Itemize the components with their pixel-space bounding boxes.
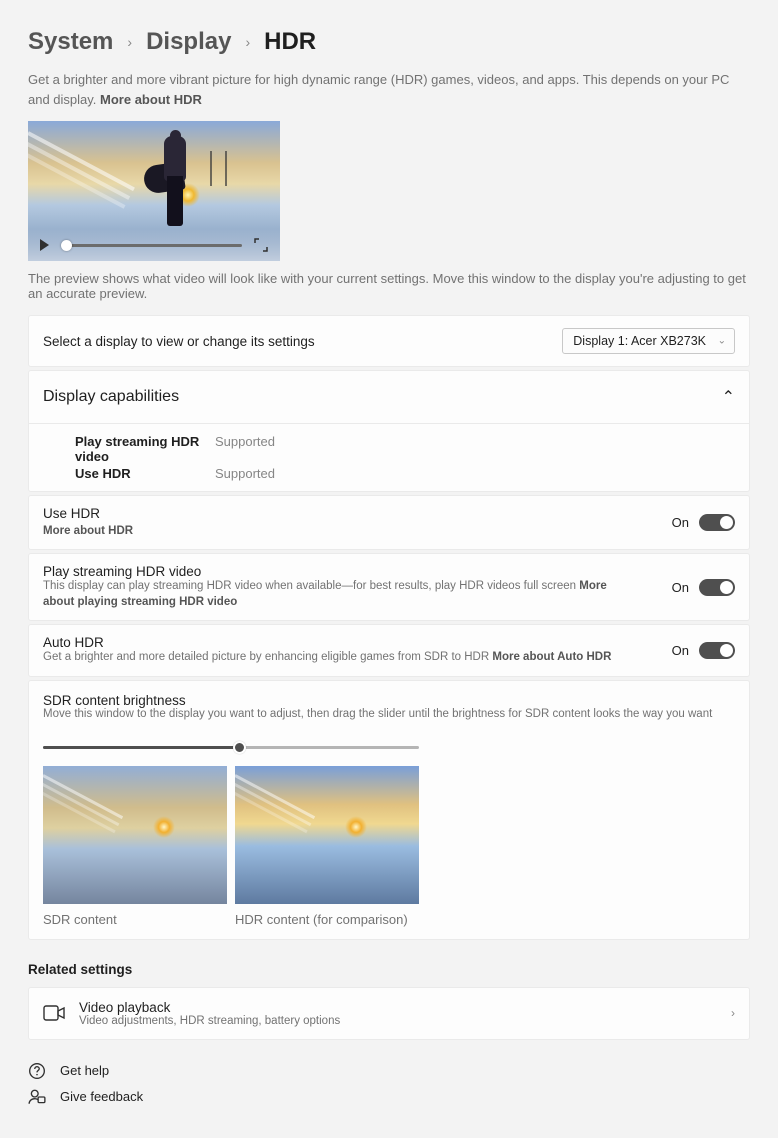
- cap-usehdr-value: Supported: [215, 466, 735, 481]
- capabilities-body: Play streaming HDR video Supported Use H…: [29, 424, 749, 491]
- cap-usehdr-label: Use HDR: [75, 466, 215, 481]
- video-playback-title: Video playback: [79, 1000, 340, 1015]
- sdr-label: SDR content: [43, 912, 227, 927]
- stream-hdr-title: Play streaming HDR video: [43, 564, 623, 579]
- page-description: Get a brighter and more vibrant picture …: [28, 70, 750, 109]
- use-hdr-title: Use HDR: [43, 506, 133, 521]
- sdr-preview-image: [43, 766, 227, 904]
- video-controls: [28, 229, 280, 261]
- stream-hdr-toggle[interactable]: [699, 579, 735, 596]
- auto-hdr-toggle[interactable]: [699, 642, 735, 659]
- cap-stream-value: Supported: [215, 434, 735, 464]
- hdr-label: HDR content (for comparison): [235, 912, 419, 927]
- stream-hdr-row: Play streaming HDR video This display ca…: [29, 554, 749, 620]
- give-feedback-link[interactable]: Give feedback: [28, 1084, 750, 1110]
- use-hdr-row: Use HDR More about HDR On: [29, 496, 749, 549]
- preview-note: The preview shows what video will look l…: [28, 271, 750, 301]
- video-playback-link[interactable]: Video playback Video adjustments, HDR st…: [28, 987, 750, 1040]
- more-about-hdr-link[interactable]: More about HDR: [100, 92, 202, 107]
- stream-hdr-state: On: [672, 580, 689, 595]
- auto-hdr-link[interactable]: More about Auto HDR: [492, 651, 611, 663]
- select-display-row: Select a display to view or change its s…: [29, 316, 749, 366]
- auto-hdr-title: Auto HDR: [43, 635, 611, 650]
- sdr-brightness-sub: Move this window to the display you want…: [43, 708, 735, 720]
- breadcrumb-system[interactable]: System: [28, 28, 113, 56]
- video-preview[interactable]: [28, 121, 280, 261]
- use-hdr-link[interactable]: More about HDR: [43, 525, 133, 537]
- display-capabilities-expander[interactable]: Display capabilities ⌃: [29, 371, 749, 424]
- auto-hdr-state: On: [672, 643, 689, 658]
- breadcrumb: System › Display › HDR: [28, 28, 750, 56]
- video-playback-sub: Video adjustments, HDR streaming, batter…: [79, 1015, 340, 1027]
- sdr-brightness-slider[interactable]: [43, 740, 419, 754]
- cap-stream-label: Play streaming HDR video: [75, 434, 215, 464]
- display-dropdown[interactable]: Display 1: Acer XB273K ⌄: [562, 328, 735, 354]
- use-hdr-state: On: [672, 515, 689, 530]
- sdr-hdr-comparison: SDR content HDR content (for comparison): [29, 766, 749, 939]
- auto-hdr-row: Auto HDR Get a brighter and more detaile…: [29, 625, 749, 676]
- chevron-right-icon: ›: [731, 1006, 735, 1020]
- feedback-icon: [28, 1089, 46, 1105]
- get-help-link[interactable]: Get help: [28, 1058, 750, 1084]
- help-icon: [28, 1063, 46, 1079]
- chevron-right-icon: ›: [245, 34, 250, 50]
- chevron-down-icon: ⌄: [718, 336, 726, 347]
- use-hdr-toggle[interactable]: [699, 514, 735, 531]
- fullscreen-icon[interactable]: [254, 238, 268, 252]
- play-icon[interactable]: [40, 239, 49, 251]
- chevron-right-icon: ›: [127, 34, 132, 50]
- breadcrumb-display[interactable]: Display: [146, 28, 231, 56]
- video-seek-slider[interactable]: [61, 244, 242, 247]
- select-display-label: Select a display to view or change its s…: [43, 334, 315, 349]
- sdr-brightness-title: SDR content brightness: [43, 693, 735, 708]
- chevron-up-icon: ⌃: [722, 387, 735, 407]
- breadcrumb-current: HDR: [264, 28, 316, 56]
- video-icon: [43, 1004, 65, 1022]
- related-settings-header: Related settings: [28, 962, 750, 977]
- hdr-preview-image: [235, 766, 419, 904]
